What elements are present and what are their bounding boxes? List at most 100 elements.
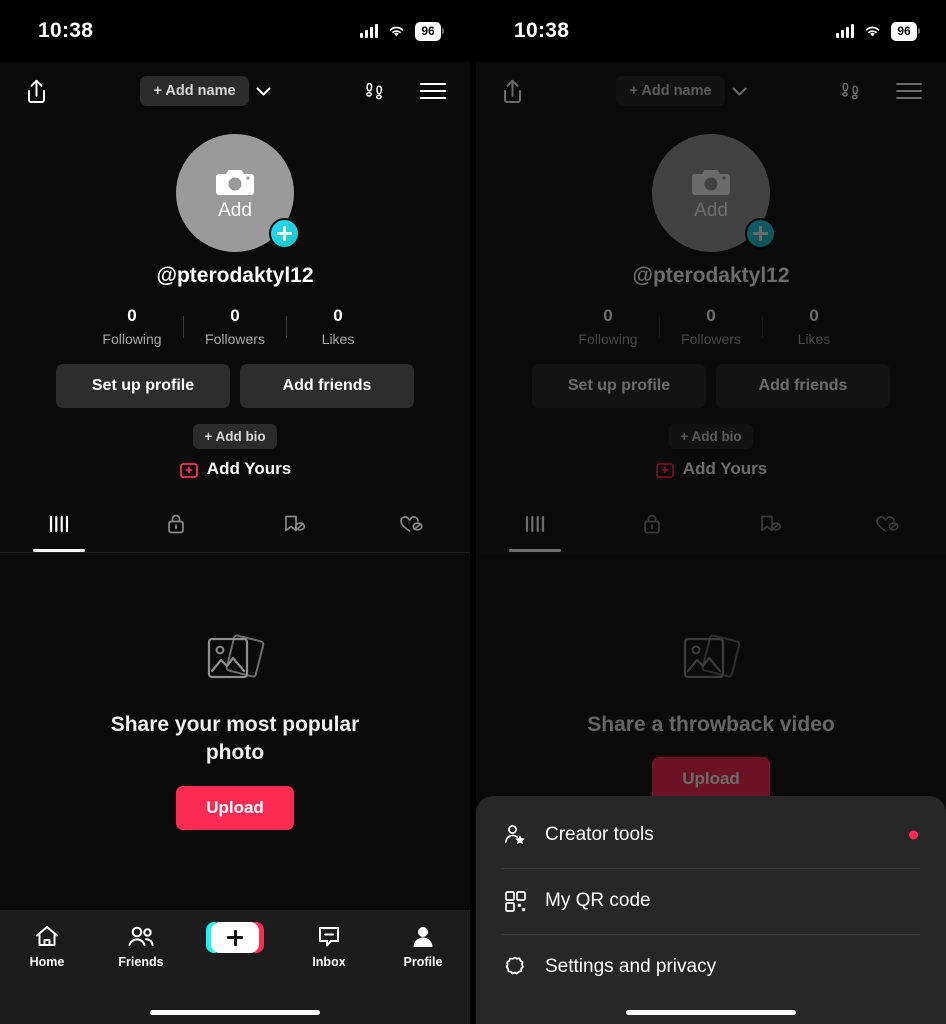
nav-create[interactable] — [195, 922, 275, 958]
tiktok-studio-button[interactable] — [838, 78, 864, 104]
bookmark-hidden-icon — [281, 511, 307, 537]
create-plus-icon[interactable] — [206, 922, 264, 953]
hamburger-menu-button[interactable] — [896, 81, 922, 101]
stat-likes[interactable]: 0 Likes — [763, 306, 865, 347]
footprints-icon — [366, 82, 383, 100]
chevron-down-icon[interactable] — [256, 87, 271, 96]
avatar-plus-badge-icon[interactable] — [745, 218, 776, 249]
stat-value: 0 — [706, 306, 716, 325]
empty-state: Share a throwback video Upload — [587, 631, 835, 802]
username: @pterodaktyl12 — [632, 264, 790, 287]
profile-header: + Add name — [476, 62, 946, 120]
menu-item-label: Settings and privacy — [545, 956, 717, 977]
menu-creator-tools[interactable]: Creator tools — [476, 802, 946, 868]
username: @pterodaktyl12 — [156, 264, 314, 287]
stat-followers[interactable]: 0 Followers — [660, 306, 762, 347]
signal-icon — [836, 24, 854, 38]
battery-icon: 96 — [415, 21, 444, 41]
add-friends-button[interactable]: Add friends — [716, 364, 890, 408]
tab-posts[interactable] — [476, 497, 594, 552]
grid-posts-icon — [523, 511, 547, 537]
add-name-label: + Add name — [616, 76, 725, 106]
tab-active-underline — [508, 549, 561, 552]
status-bar: 10:38 96 — [476, 0, 946, 62]
avatar-plus-badge-icon[interactable] — [269, 218, 300, 249]
add-friends-button[interactable]: Add friends — [240, 364, 414, 408]
qr-code-icon — [502, 890, 528, 913]
add-name-control[interactable]: + Add name — [140, 76, 271, 106]
tab-underline — [385, 549, 437, 552]
menu-item-label: My QR code — [545, 890, 651, 911]
status-bar-indicators: 96 — [360, 21, 444, 41]
nav-inbox[interactable]: Inbox — [289, 922, 369, 969]
stat-likes[interactable]: 0 Likes — [287, 306, 389, 347]
stat-followers[interactable]: 0 Followers — [184, 306, 286, 347]
nav-home[interactable]: Home — [7, 922, 87, 969]
nav-label: Friends — [118, 955, 164, 969]
tab-private[interactable] — [118, 497, 236, 552]
stat-value: 0 — [809, 306, 819, 325]
set-up-profile-button[interactable]: Set up profile — [532, 364, 706, 408]
avatar[interactable]: Add — [652, 134, 776, 252]
upload-button[interactable]: Upload — [652, 757, 770, 802]
stat-value: 0 — [603, 306, 613, 325]
photos-stack-icon — [683, 634, 741, 679]
stat-value: 0 — [230, 306, 240, 325]
tab-saved[interactable] — [235, 497, 353, 552]
share-button[interactable] — [24, 78, 49, 105]
footprints-icon — [842, 82, 859, 100]
profile-actions: Set up profile Add friends — [532, 364, 890, 408]
empty-state-title: Share a throwback video — [587, 713, 835, 736]
empty-state-title: Share your most popular photo — [110, 713, 360, 765]
tab-liked[interactable] — [829, 497, 946, 552]
create-core — [211, 922, 259, 953]
content-tabs — [476, 497, 946, 553]
profile-stats: 0 Following 0 Followers 0 Likes — [81, 306, 389, 347]
bookmark-hidden-icon — [757, 511, 783, 537]
chevron-down-icon[interactable] — [732, 87, 747, 96]
battery-cap — [442, 28, 444, 34]
stat-following[interactable]: 0 Following — [81, 306, 183, 347]
nav-label: Profile — [403, 955, 443, 969]
nav-label: Home — [29, 955, 65, 969]
content-tabs — [0, 497, 470, 553]
stat-label: Following — [578, 331, 638, 347]
status-badge — [909, 830, 918, 840]
add-bio-button[interactable]: + Add bio — [669, 424, 753, 449]
heart-hidden-icon — [873, 511, 901, 537]
tab-liked[interactable] — [353, 497, 471, 552]
hamburger-menu-icon — [896, 83, 922, 99]
battery-cap — [918, 28, 920, 34]
person-icon — [410, 922, 436, 950]
tab-saved[interactable] — [711, 497, 829, 552]
avatar-add-label: Add — [694, 199, 728, 221]
add-yours-button[interactable]: Add Yours — [655, 459, 767, 479]
profile-section: Add @pterodaktyl12 0 Following 0 Followe… — [0, 120, 470, 830]
add-yours-button[interactable]: Add Yours — [179, 459, 291, 479]
menu-my-qr-code[interactable]: My QR code — [476, 868, 946, 934]
nav-friends[interactable]: Friends — [101, 922, 181, 969]
screenshot-stage: 10:38 96 + Add name Add @pterodaktyl12 0… — [0, 0, 946, 1024]
menu-settings-privacy[interactable]: Settings and privacy — [476, 934, 946, 1000]
tiktok-studio-button[interactable] — [362, 78, 388, 104]
add-name-control[interactable]: + Add name — [616, 76, 747, 106]
share-icon — [28, 79, 45, 103]
share-button[interactable] — [500, 78, 525, 105]
set-up-profile-button[interactable]: Set up profile — [56, 364, 230, 408]
home-icon — [34, 922, 60, 950]
stat-following[interactable]: 0 Following — [557, 306, 659, 347]
upload-button[interactable]: Upload — [176, 785, 294, 830]
stat-value: 0 — [333, 306, 343, 325]
hamburger-menu-button[interactable] — [420, 81, 446, 101]
tab-posts[interactable] — [0, 497, 118, 552]
avatar-add-label: Add — [218, 199, 252, 221]
wifi-icon — [865, 26, 880, 37]
bottom-nav-items: Home Friends Inbox Profile — [0, 910, 470, 1010]
add-bio-button[interactable]: + Add bio — [193, 424, 277, 449]
add-yours-sticker-icon — [179, 462, 198, 478]
avatar[interactable]: Add — [176, 134, 300, 252]
profile-header: + Add name — [0, 62, 470, 120]
tab-private[interactable] — [594, 497, 712, 552]
nav-profile[interactable]: Profile — [383, 922, 463, 969]
tab-underline — [268, 549, 320, 552]
